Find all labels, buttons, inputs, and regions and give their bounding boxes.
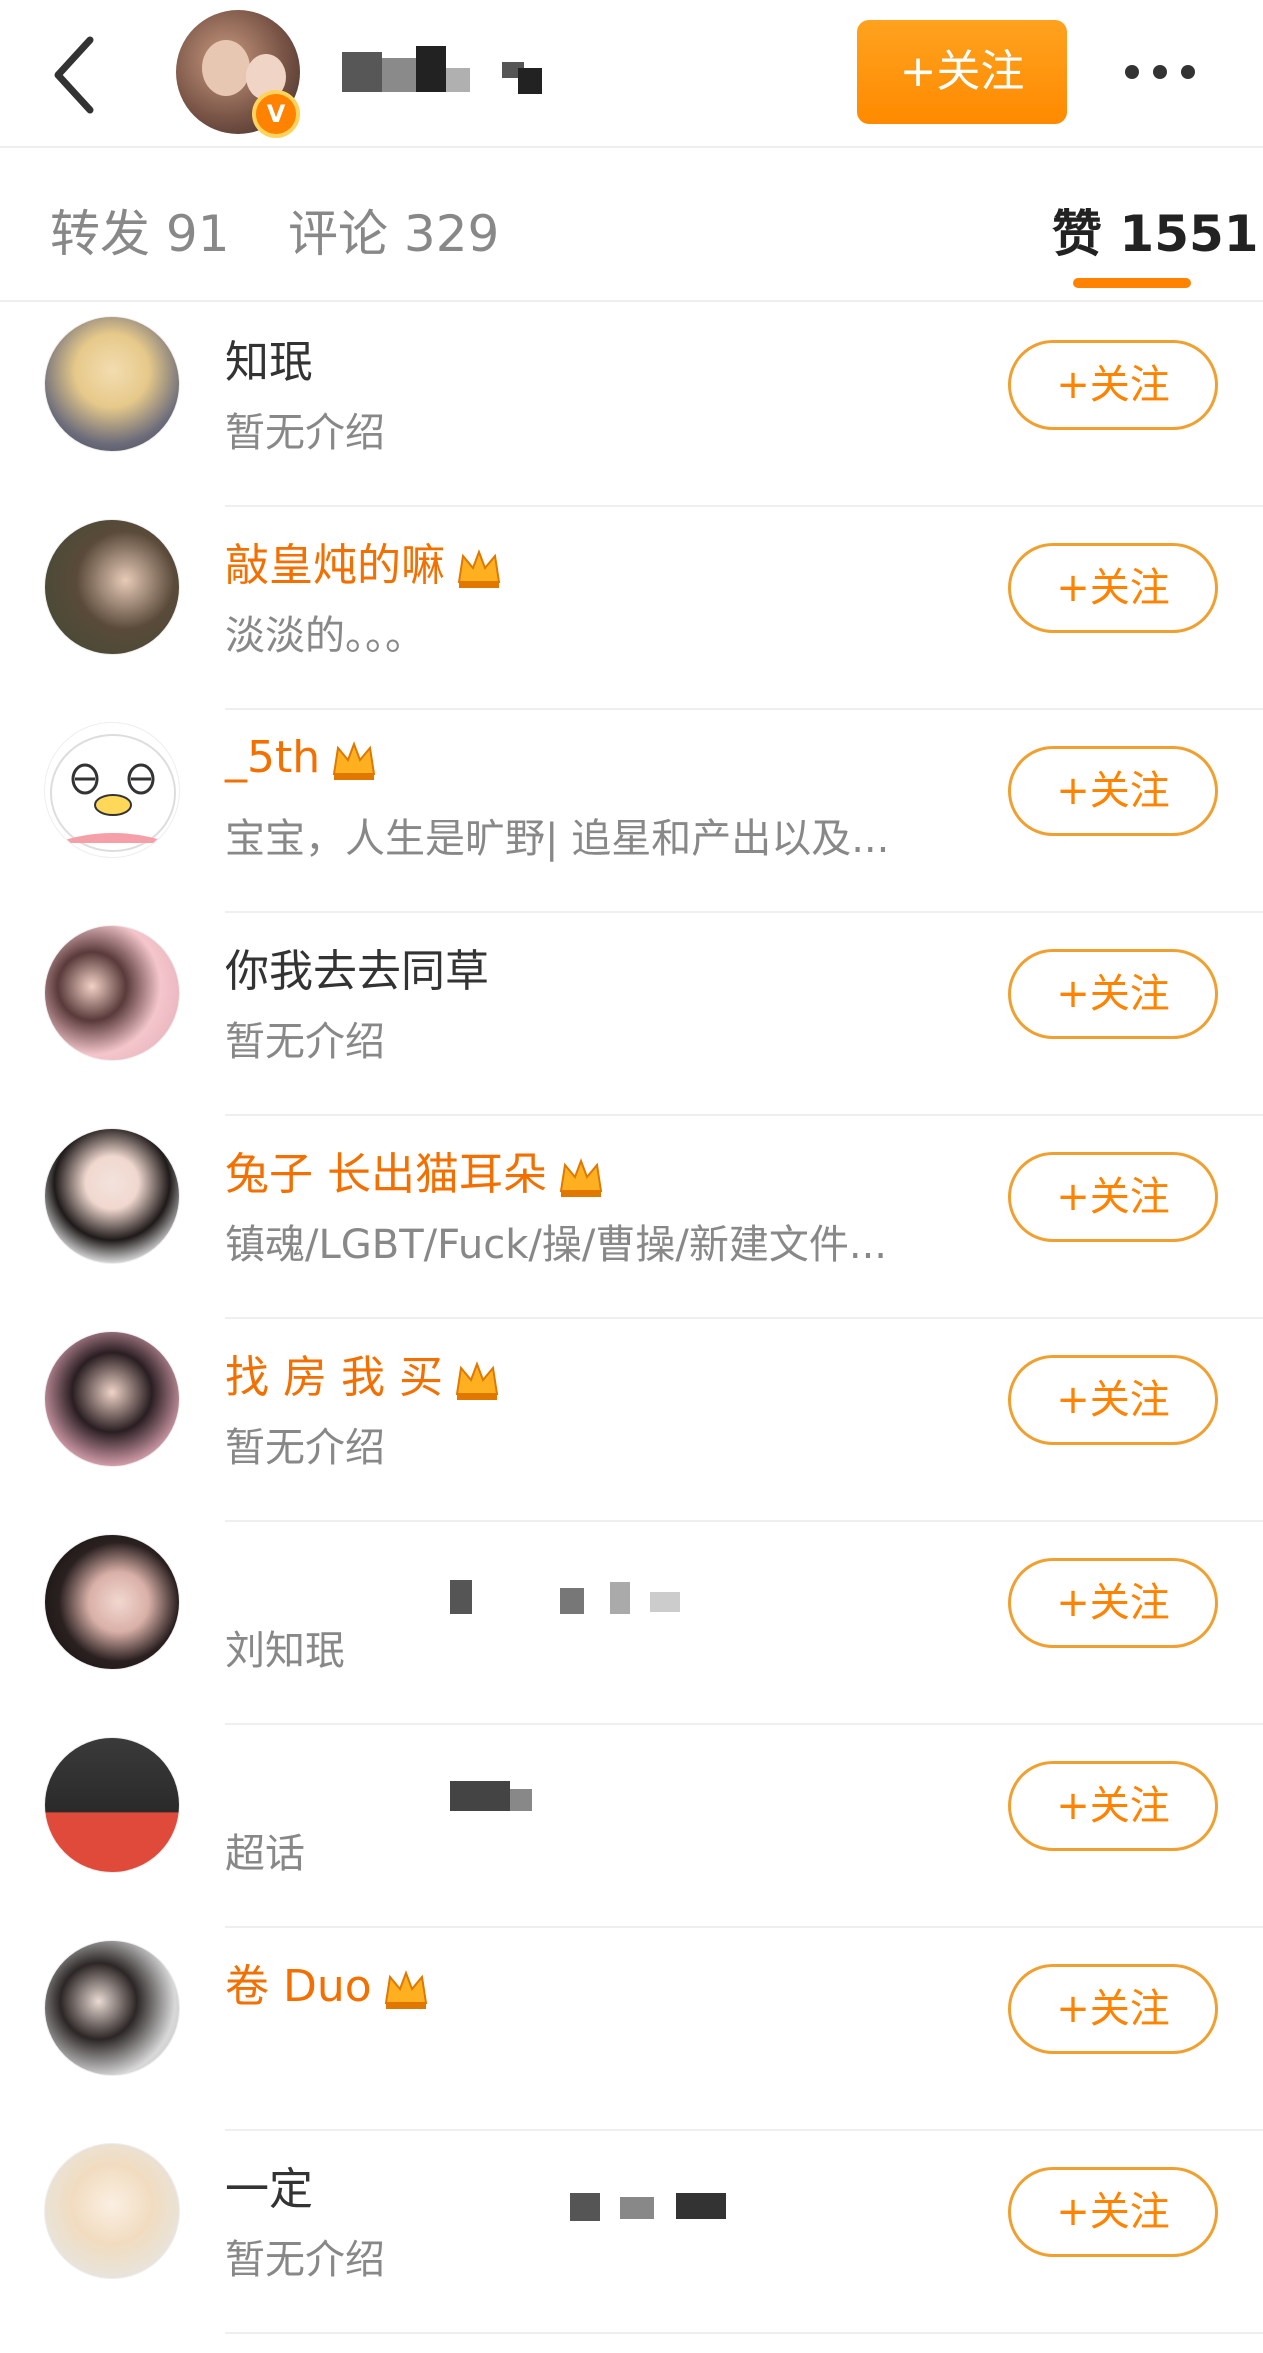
crown-icon [557,1155,605,1199]
follow-button[interactable]: +关注 [1008,340,1218,430]
user-bio: 暂无介绍 [225,2237,385,2283]
user-bio: 刘知珉 [225,1628,345,1674]
user-bio: 超话 [225,1831,305,1877]
user-name[interactable]: 知珉 [225,326,313,390]
crown-icon [455,546,503,590]
active-tab-indicator [1073,278,1191,288]
avatar[interactable] [44,1940,180,2076]
user-bio: 暂无介绍 [225,1425,385,1471]
dot [1153,65,1167,79]
list-item[interactable]: 兔子 长出猫耳朵 镇魂/LGBT/Fuck/操/曹操/新建文件... +关注 [0,1116,1263,1319]
user-name[interactable]: 你我去去同草 [225,935,489,999]
list-item[interactable]: 找 房 我 买 暂无介绍 +关注 [0,1319,1263,1522]
chevron-left-icon[interactable] [40,30,110,120]
avatar[interactable] [44,1534,180,1670]
crown-icon [330,738,378,782]
tab-like[interactable]: 赞 1551 [1052,194,1259,266]
redacted-name [450,1544,850,1744]
list-item[interactable]: 一定 暂无介绍 +关注 [0,2131,1263,2334]
dot [1181,65,1195,79]
follow-button[interactable]: +关注 [1008,949,1218,1039]
avatar[interactable] [44,925,180,1061]
tab-comment[interactable]: 评论 329 [288,194,499,266]
follow-button[interactable]: +关注 [1008,543,1218,633]
user-bio: 淡淡的。。。 [225,613,425,659]
avatar[interactable] [44,1331,180,1467]
redacted-name [450,2153,850,2353]
user-bio: 宝宝，人生是旷野| 追星和产出以及... [225,816,890,862]
follow-button[interactable]: +关注 [1008,1761,1218,1851]
follow-author-button[interactable]: +关注 [857,20,1067,124]
user-bio: 暂无介绍 [225,410,385,456]
avatar[interactable] [44,2143,180,2279]
user-name[interactable]: _5th [225,732,378,783]
user-name[interactable]: 一定 [225,2153,726,2221]
follow-button[interactable]: +关注 [1008,746,1218,836]
crown-icon [453,1358,501,1402]
list-item[interactable]: _5th 宝宝，人生是旷野| 追星和产出以及... +关注 [0,710,1263,913]
dot [1125,65,1139,79]
user-name-text: 兔子 长出猫耳朵 [225,1149,547,1200]
list-item[interactable]: 超话 +关注 [0,1725,1263,1928]
list-item[interactable]: 敲皇炖的嘛 淡淡的。。。 +关注 [0,507,1263,710]
more-dots-icon[interactable] [1125,50,1245,94]
crown-icon [382,1967,430,2011]
top-bar: V +关注 [0,0,1263,148]
user-name[interactable]: 兔子 长出猫耳朵 [225,1138,605,1202]
user-name-text: 敲皇炖的嘛 [225,540,445,591]
follow-button[interactable]: +关注 [1008,1152,1218,1242]
tab-repost[interactable]: 转发 91 [50,194,230,266]
list-item[interactable]: 你我去去同草 暂无介绍 +关注 [0,913,1263,1116]
avatar[interactable] [44,316,180,452]
list-item[interactable]: 刘知珉 +关注 [0,1522,1263,1725]
avatar[interactable] [44,1128,180,1264]
user-name[interactable]: 敲皇炖的嘛 [225,529,503,593]
user-bio: 镇魂/LGBT/Fuck/操/曹操/新建文件... [225,1222,888,1268]
user-name-text: 找 房 我 买 [225,1352,443,1403]
divider [225,2332,1263,2334]
follow-button[interactable]: +关注 [1008,1964,1218,2054]
list-item[interactable]: 知珉 暂无介绍 +关注 [0,304,1263,507]
user-name-text: 一定 [225,2164,313,2215]
user-name[interactable]: 找 房 我 买 [225,1341,501,1405]
list-item[interactable]: 卷 Duo +关注 [0,1928,1263,2131]
user-bio: 暂无介绍 [225,1019,385,1065]
user-name-text: 卷 Duo [225,1961,372,2012]
user-name[interactable]: 卷 Duo [225,1950,430,2014]
author-name-redacted[interactable] [342,42,548,102]
interaction-tabs: 转发 91 评论 329 赞 1551 [0,150,1263,302]
user-name-text: _5th [225,732,321,783]
avatar[interactable] [44,1737,180,1873]
avatar[interactable] [44,519,180,655]
verified-badge-icon: V [252,90,300,138]
avatar[interactable] [44,722,180,858]
follow-button[interactable]: +关注 [1008,1355,1218,1445]
follow-button[interactable]: +关注 [1008,1558,1218,1648]
redacted-name [450,1747,850,1947]
avatar-face [202,40,250,96]
follow-button[interactable]: +关注 [1008,2167,1218,2257]
like-user-list: 知珉 暂无介绍 +关注 敲皇炖的嘛 淡淡的。。。 +关注 _5th 宝宝，人生是… [0,304,1263,2334]
cartoon-bird-icon [50,734,176,852]
